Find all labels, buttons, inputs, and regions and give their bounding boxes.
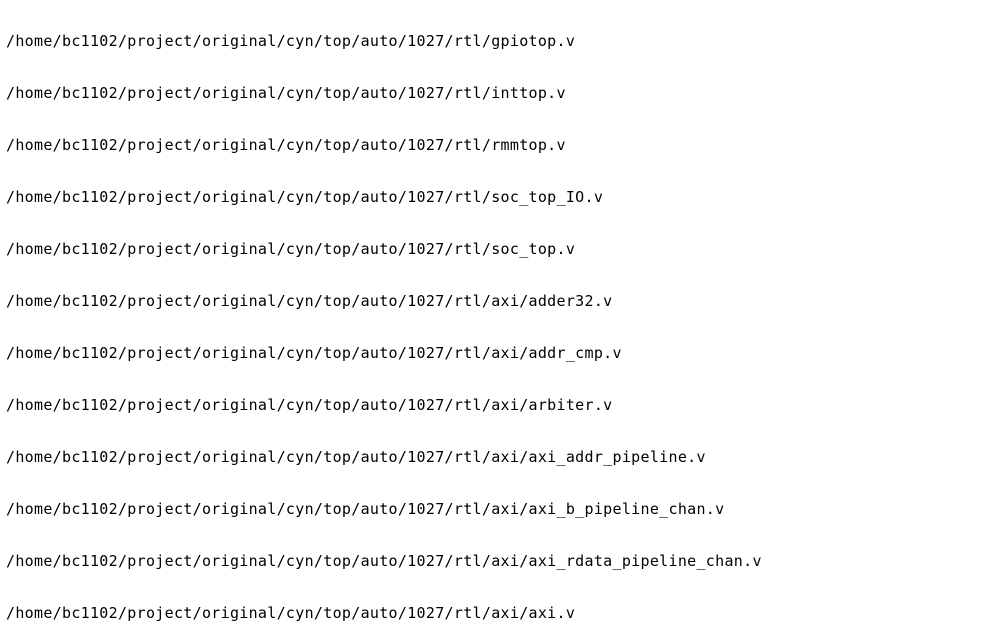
file-path-line: /home/bc1102/project/original/cyn/top/au… (6, 132, 994, 158)
file-path-line: /home/bc1102/project/original/cyn/top/au… (6, 548, 994, 574)
file-path-line: /home/bc1102/project/original/cyn/top/au… (6, 80, 994, 106)
file-path-line: /home/bc1102/project/original/cyn/top/au… (6, 496, 994, 522)
file-path-line: /home/bc1102/project/original/cyn/top/au… (6, 340, 994, 366)
file-path-line: /home/bc1102/project/original/cyn/top/au… (6, 236, 994, 262)
file-path-line: /home/bc1102/project/original/cyn/top/au… (6, 392, 994, 418)
file-path-line: /home/bc1102/project/original/cyn/top/au… (6, 28, 994, 54)
terminal-output[interactable]: /home/bc1102/project/original/cyn/top/au… (0, 0, 1000, 628)
file-path-line: /home/bc1102/project/original/cyn/top/au… (6, 600, 994, 626)
file-path-line: /home/bc1102/project/original/cyn/top/au… (6, 288, 994, 314)
file-path-line: /home/bc1102/project/original/cyn/top/au… (6, 444, 994, 470)
file-path-line: /home/bc1102/project/original/cyn/top/au… (6, 184, 994, 210)
